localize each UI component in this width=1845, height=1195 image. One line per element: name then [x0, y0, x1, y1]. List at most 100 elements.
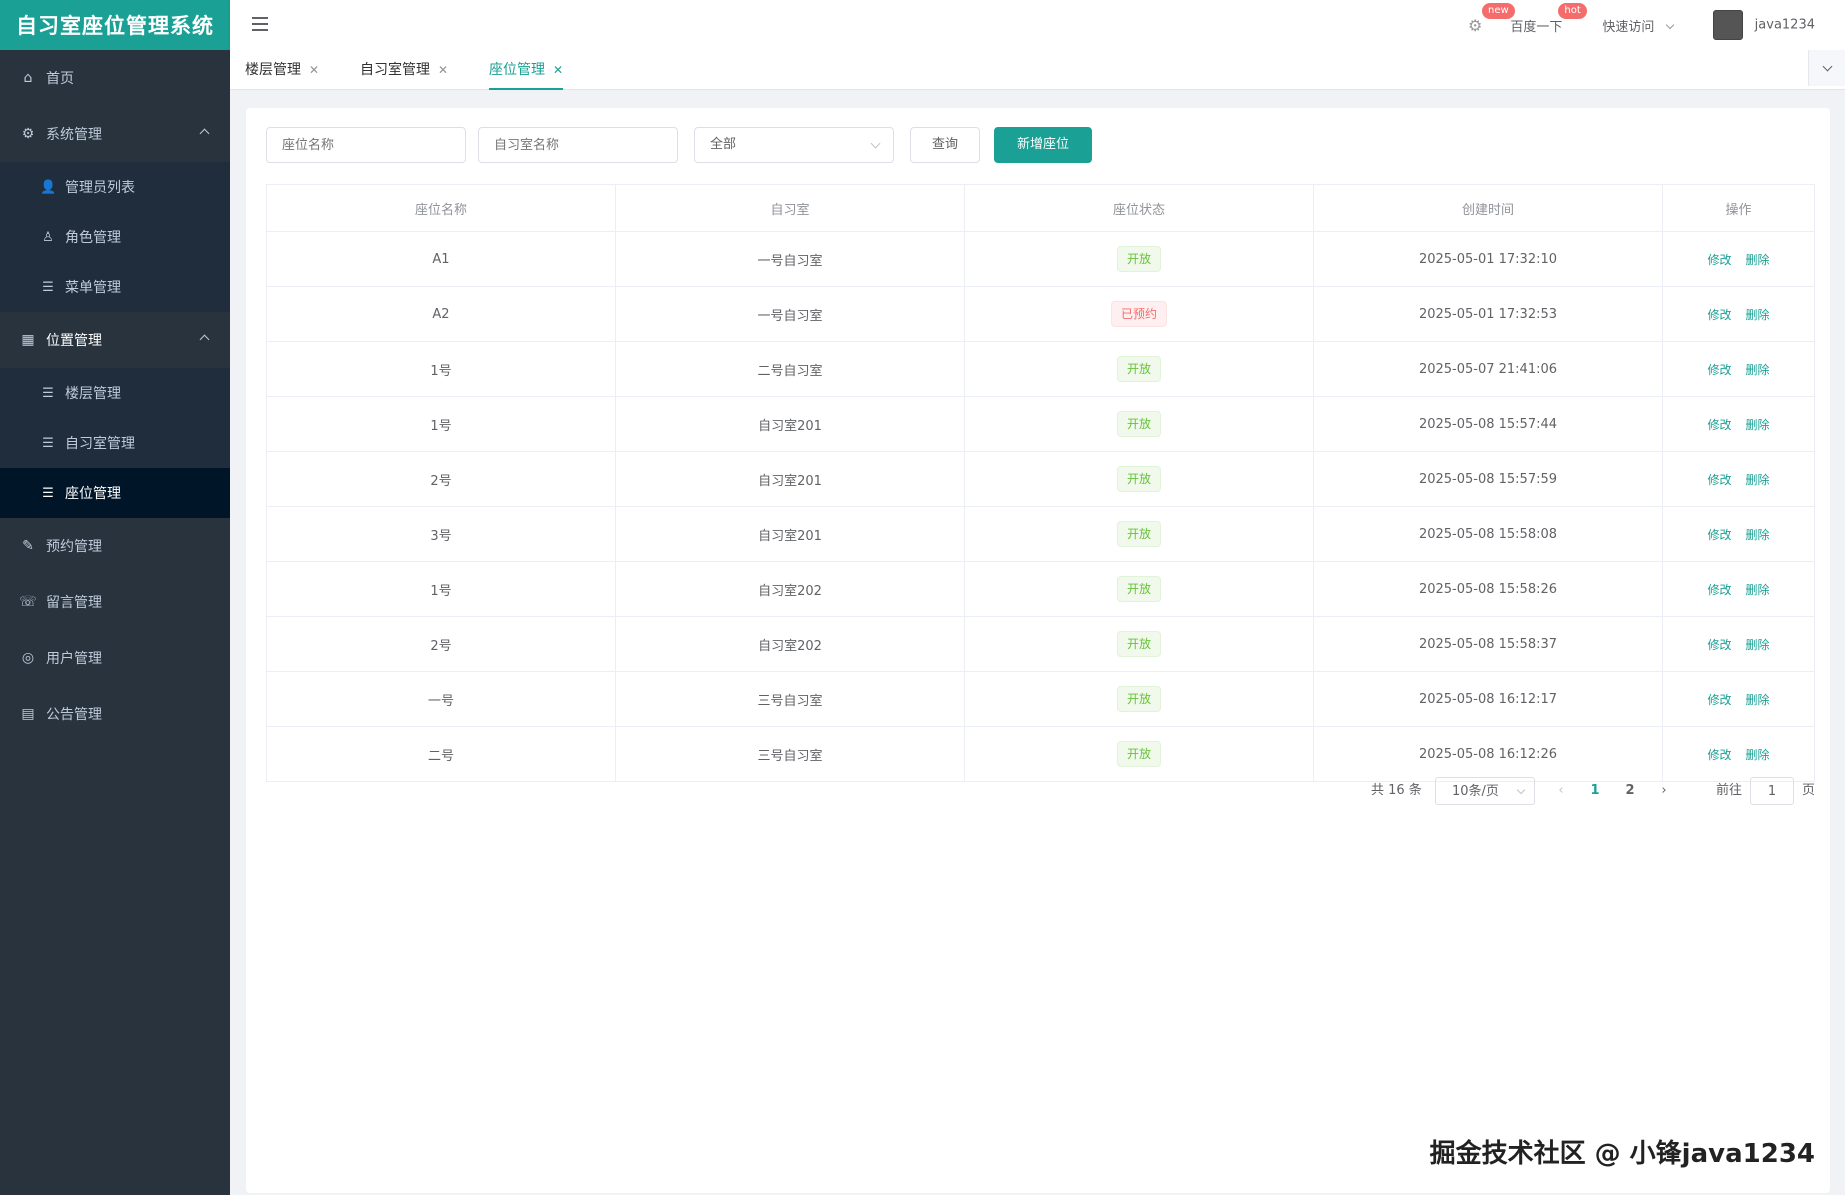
seat-name-input[interactable]	[266, 127, 466, 163]
tab-seats[interactable]: 座位管理 ✕	[489, 50, 564, 90]
created-time-cell: 2025-05-08 15:58:08	[1313, 506, 1663, 562]
edit-button[interactable]: 修改	[1707, 693, 1731, 707]
query-button[interactable]: 查询	[910, 127, 980, 163]
table-row: A1 一号自习室 开放 2025-05-01 17:32:10 修改 删除	[266, 231, 1815, 287]
room-cell: 三号自习室	[615, 726, 965, 782]
seat-name-cell: 3号	[266, 506, 616, 562]
seat-table: 座位名称 自习室 座位状态 创建时间 操作 A1 一号自习室 开放 2025-05-0…	[266, 184, 1815, 782]
actions-cell: 修改 删除	[1662, 616, 1815, 672]
close-icon[interactable]: ✕	[438, 63, 448, 77]
delete-button[interactable]: 删除	[1746, 748, 1770, 762]
next-page-button[interactable]: ›	[1651, 777, 1677, 805]
chevron-down-icon	[1665, 20, 1674, 29]
hamburger-menu-icon[interactable]	[252, 17, 268, 31]
column-header: 自习室	[615, 184, 965, 232]
edit-button[interactable]: 修改	[1707, 418, 1731, 432]
page-number[interactable]: 2	[1617, 777, 1643, 805]
seat-name-cell: 2号	[266, 451, 616, 507]
seat-name-cell: 1号	[266, 341, 616, 397]
tab-rooms[interactable]: 自习室管理 ✕	[360, 50, 448, 90]
sidebar-item-label: 位置管理	[46, 333, 102, 349]
created-time-cell: 2025-05-08 15:58:37	[1313, 616, 1663, 672]
sidebar-item-location[interactable]: ▦ 位置管理	[0, 312, 230, 368]
sidebar-item-roles[interactable]: ♙ 角色管理	[0, 212, 230, 262]
edit-button[interactable]: 修改	[1707, 363, 1731, 377]
add-seat-button[interactable]: 新增座位	[994, 127, 1092, 163]
close-icon[interactable]: ✕	[553, 63, 563, 77]
edit-button[interactable]: 修改	[1707, 473, 1731, 487]
delete-button[interactable]: 删除	[1746, 418, 1770, 432]
sidebar-item-label: 首页	[46, 71, 74, 87]
user-menu[interactable]: java1234	[1712, 10, 1815, 40]
sidebar-item-messages[interactable]: ☏ 留言管理	[0, 574, 230, 630]
actions-cell: 修改 删除	[1662, 286, 1815, 342]
edit-button[interactable]: 修改	[1707, 638, 1731, 652]
delete-button[interactable]: 删除	[1746, 308, 1770, 322]
submenu-system: 👤 管理员列表 ♙ 角色管理 ☰ 菜单管理	[0, 162, 230, 312]
edit-button[interactable]: 修改	[1707, 528, 1731, 542]
baidu-link[interactable]: 百度一下 hot	[1510, 2, 1587, 35]
edit-button[interactable]: 修改	[1707, 748, 1731, 762]
hot-badge: hot	[1558, 2, 1587, 19]
seat-name-cell: A2	[266, 286, 616, 342]
tab-label: 座位管理	[489, 62, 545, 78]
status-select[interactable]: 全部	[694, 127, 894, 163]
list-icon: ☰	[42, 279, 54, 295]
sidebar-item-label: 用户管理	[46, 651, 102, 667]
column-header: 座位名称	[266, 184, 616, 232]
page-number[interactable]: 1	[1582, 777, 1608, 805]
edit-button[interactable]: 修改	[1707, 308, 1731, 322]
sidebar-item-home[interactable]: ⌂ 首页	[0, 50, 230, 106]
goto-label: 前往	[1716, 783, 1743, 798]
delete-button[interactable]: 删除	[1746, 583, 1770, 597]
sidebar-item-rooms[interactable]: ☰ 自习室管理	[0, 418, 230, 468]
sidebar-item-system[interactable]: ⚙ 系统管理	[0, 106, 230, 162]
edit-button[interactable]: 修改	[1707, 253, 1731, 267]
actions-cell: 修改 删除	[1662, 451, 1815, 507]
actions-cell: 修改 删除	[1662, 341, 1815, 397]
column-header: 操作	[1662, 184, 1815, 232]
sidebar-item-users[interactable]: ◎ 用户管理	[0, 630, 230, 686]
chat-icon: ☏	[19, 594, 37, 610]
main-card: 全部 查询 新增座位 座位名称 自习室 座位状态 创建时间 操作 A1一号自习室…	[246, 108, 1830, 1193]
settings-button[interactable]: ⚙ new	[1468, 2, 1515, 35]
close-icon[interactable]: ✕	[309, 63, 319, 77]
quick-access-dropdown[interactable]: 快速访问	[1602, 16, 1674, 35]
room-name-input[interactable]	[478, 127, 678, 163]
seat-name-cell: 一号	[266, 671, 616, 727]
sidebar-item-seats[interactable]: ☰ 座位管理	[0, 468, 230, 518]
delete-button[interactable]: 删除	[1746, 473, 1770, 487]
gear-icon: ⚙	[1468, 15, 1483, 35]
tab-floors[interactable]: 楼层管理 ✕	[245, 50, 319, 90]
tabs-dropdown-button[interactable]	[1808, 50, 1845, 86]
created-time-cell: 2025-05-07 21:41:06	[1313, 341, 1663, 397]
avatar	[1712, 10, 1743, 40]
seat-name-cell: 二号	[266, 726, 616, 782]
delete-button[interactable]: 删除	[1746, 363, 1770, 377]
sidebar: 自习室座位管理系统 ⌂ 首页 ⚙ 系统管理 👤 管理员列表 ♙ 角色管理 ☰ 菜…	[0, 0, 230, 1195]
pagination-total: 共 16 条	[1371, 783, 1422, 798]
delete-button[interactable]: 删除	[1746, 638, 1770, 652]
sidebar-item-notices[interactable]: ▤ 公告管理	[0, 686, 230, 742]
document-icon: ▤	[21, 706, 35, 722]
created-time-cell: 2025-05-01 17:32:10	[1313, 231, 1663, 287]
sidebar-item-admin-list[interactable]: 👤 管理员列表	[0, 162, 230, 212]
delete-button[interactable]: 删除	[1746, 528, 1770, 542]
column-header: 创建时间	[1313, 184, 1663, 232]
goto-page-input[interactable]: 1	[1750, 777, 1794, 805]
sidebar-item-label: 座位管理	[65, 486, 121, 502]
sidebar-item-menus[interactable]: ☰ 菜单管理	[0, 262, 230, 312]
status-cell: 已预约	[964, 286, 1314, 342]
sidebar-item-label: 菜单管理	[65, 280, 121, 296]
room-cell: 三号自习室	[615, 671, 965, 727]
delete-button[interactable]: 删除	[1746, 693, 1770, 707]
page-size-select[interactable]: 10条/页	[1435, 777, 1535, 805]
prev-page-button[interactable]: ‹	[1548, 777, 1574, 805]
delete-button[interactable]: 删除	[1746, 253, 1770, 267]
edit-button[interactable]: 修改	[1707, 583, 1731, 597]
status-cell: 开放	[964, 451, 1314, 507]
table-row: 3号 自习室201 开放 2025-05-08 15:58:08 修改 删除	[266, 506, 1815, 562]
created-time-cell: 2025-05-08 15:57:44	[1313, 396, 1663, 452]
sidebar-item-reservations[interactable]: ✎ 预约管理	[0, 518, 230, 574]
sidebar-item-floors[interactable]: ☰ 楼层管理	[0, 368, 230, 418]
